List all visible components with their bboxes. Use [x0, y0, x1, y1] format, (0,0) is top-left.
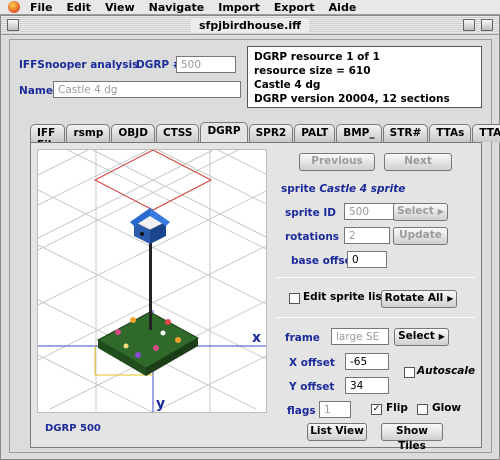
menu-edit[interactable]: Edit [67, 1, 91, 14]
birdhouse-sprite [96, 208, 200, 376]
rotate-all-label: Rotate All [384, 292, 444, 304]
resource-info-box: DGRP resource 1 of 1 resource size = 610… [247, 46, 482, 108]
frame-select-button[interactable]: Select ▶ [394, 328, 449, 346]
menu-import[interactable]: Import [218, 1, 260, 14]
frame-field[interactable]: large SE [331, 328, 389, 345]
info-line: DGRP resource 1 of 1 [254, 51, 380, 63]
tab-dgrp[interactable]: DGRP [200, 122, 248, 142]
x-offset-field[interactable]: -65 [345, 353, 389, 370]
sprite-select-button[interactable]: Select ▶ [393, 203, 448, 221]
collapse-icon[interactable] [481, 19, 493, 31]
separator [275, 277, 475, 278]
zoom-icon[interactable] [463, 19, 475, 31]
update-button[interactable]: Update [393, 227, 448, 245]
apple-menu-icon[interactable] [8, 1, 20, 13]
menu-aide[interactable]: Aide [329, 1, 357, 14]
info-line: Castle 4 dg [254, 79, 321, 91]
rotations-field[interactable]: 2 [344, 227, 390, 244]
window-titlebar[interactable]: sfpjbirdhouse.iff [1, 16, 499, 35]
rotate-all-button[interactable]: Rotate All ▶ [381, 290, 457, 308]
tab-objd[interactable]: OBJD [111, 124, 155, 142]
edit-sprite-list-checkbox[interactable] [289, 293, 300, 304]
frame-select-label: Select [398, 330, 435, 342]
sprite-id-label: sprite ID [285, 207, 336, 219]
previous-button[interactable]: Previous [299, 153, 375, 171]
x-offset-label: X offset [289, 357, 335, 369]
flip-checkbox[interactable]: ✓ [371, 404, 382, 415]
analysis-label: IFFSnooper analysis [19, 59, 139, 71]
tab-rsmp[interactable]: rsmp [66, 124, 111, 142]
name-field[interactable]: Castle 4 dg [53, 81, 241, 98]
sprite-viewport[interactable]: x y [37, 149, 267, 413]
show-tiles-button[interactable]: Show Tiles [381, 423, 443, 452]
close-icon[interactable] [7, 19, 19, 31]
axis-x-label: x [252, 330, 261, 346]
viewport-canvas: x y [38, 150, 266, 412]
edit-sprite-list-label: Edit sprite list [303, 291, 387, 303]
tab-ctss[interactable]: CTSS [155, 124, 200, 142]
window-title: sfpjbirdhouse.iff [190, 18, 310, 33]
menu-view[interactable]: View [105, 1, 135, 14]
menu-bar: File Edit View Navigate Import Export Ai… [0, 0, 500, 15]
base-offset-field[interactable]: 0 [347, 251, 387, 268]
separator [275, 317, 475, 318]
tab-ttab[interactable]: TTAB [472, 124, 500, 142]
menu-navigate[interactable]: Navigate [149, 1, 205, 14]
sprite-label-text: sprite [281, 183, 316, 195]
dgrp-id-label: DGRP 500 [45, 423, 101, 434]
sprite-label: sprite Castle 4 sprite [281, 183, 405, 195]
flags-field[interactable]: 1 [319, 401, 351, 418]
dgrp-number-field[interactable]: 500 [176, 56, 236, 73]
sprite-name: Castle 4 sprite [319, 183, 406, 195]
frame-select-arrow-icon: ▶ [438, 332, 445, 341]
select-arrow-icon: ▶ [437, 207, 444, 216]
sprite-select-label: Select [397, 205, 434, 217]
tab-spr2[interactable]: SPR2 [248, 124, 294, 142]
y-offset-field[interactable]: 34 [345, 377, 389, 394]
axis-y-label: y [156, 396, 165, 412]
autoscale-label: Autoscale [417, 365, 476, 377]
tab-iff-file[interactable]: IFF File [30, 124, 66, 151]
glow-label: Glow [432, 402, 462, 414]
autoscale-checkbox[interactable] [404, 367, 415, 378]
tab-ttas[interactable]: TTAs [429, 124, 472, 142]
dgrp-tab-panel: x y DGRP 500 Previous Next sprite Castle… [30, 142, 482, 452]
menu-file[interactable]: File [30, 1, 53, 14]
flip-label: Flip [386, 402, 408, 414]
rotate-all-arrow-icon: ▶ [447, 294, 454, 303]
dgrp-number-label: DGRP # [136, 59, 182, 71]
rotations-label: rotations [285, 231, 340, 243]
name-label: Name: [19, 85, 58, 97]
frame-label: frame [285, 332, 320, 344]
tab-bmp[interactable]: BMP_ [336, 124, 382, 142]
next-button[interactable]: Next [384, 153, 452, 171]
content-pane: IFFSnooper analysis DGRP # 500 Name: Cas… [9, 39, 500, 453]
glow-checkbox[interactable] [417, 404, 428, 415]
menu-export[interactable]: Export [274, 1, 315, 14]
flags-label: flags [287, 405, 316, 417]
y-offset-label: Y offset [289, 381, 335, 393]
list-view-button[interactable]: List View [307, 423, 367, 441]
info-line: DGRP version 20004, 12 sections [254, 93, 450, 105]
tab-bar: IFF File rsmp OBJD CTSS DGRP SPR2 PALT B… [30, 122, 500, 151]
info-line: resource size = 610 [254, 65, 371, 77]
tab-palt[interactable]: PALT [294, 124, 336, 142]
main-window: sfpjbirdhouse.iff IFFSnooper analysis DG… [0, 15, 500, 460]
tab-str[interactable]: STR# [382, 124, 429, 142]
